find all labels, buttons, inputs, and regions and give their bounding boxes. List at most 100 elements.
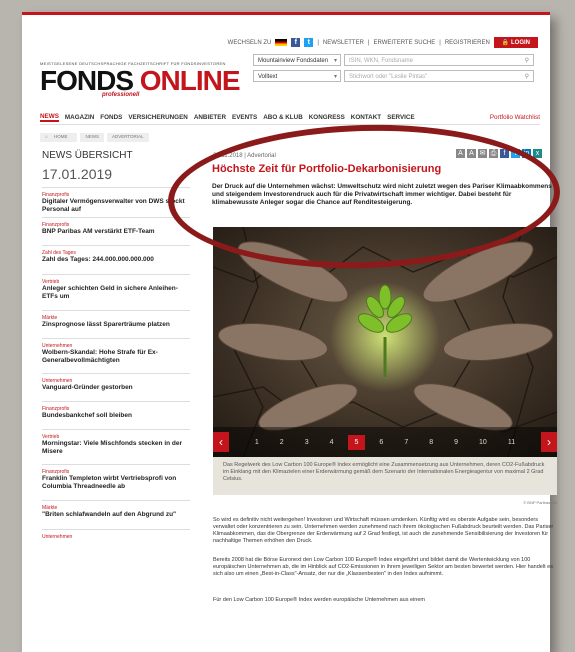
breadcrumb-news[interactable]: NEWS bbox=[80, 133, 104, 142]
image-pager: ‹ 1 2 3 4 5 6 7 8 9 10 11 › bbox=[213, 427, 557, 457]
list-item[interactable]: Unternehmen Wolbern-Skandal: Hohe Strafe… bbox=[42, 343, 190, 365]
news-title[interactable]: Franklin Templeton wirbt Vertriebsprofi … bbox=[42, 475, 190, 491]
list-item[interactable]: Unternehmen Vanguard-Gründer gestorben bbox=[42, 378, 190, 392]
divider bbox=[42, 429, 190, 430]
divider bbox=[42, 373, 190, 374]
search-icon[interactable]: ⚲ bbox=[525, 55, 529, 67]
newsletter-link[interactable]: NEWSLETTER bbox=[323, 40, 364, 46]
news-overview-date: 17.01.2019 bbox=[42, 166, 113, 182]
news-title[interactable]: Morningstar: Viele Mischfonds stecken in… bbox=[42, 440, 190, 456]
article-paragraph: Bereits 2008 hat die Börse Euronext den … bbox=[213, 557, 553, 577]
language-label[interactable]: WECHSELN ZU bbox=[228, 40, 272, 46]
nav-item-kongress[interactable]: KONGRESS bbox=[309, 114, 345, 121]
divider bbox=[42, 310, 190, 311]
breadcrumb-home-label: HOME bbox=[48, 133, 73, 140]
news-title[interactable]: Zahl des Tages: 244.000.000.000.000 bbox=[42, 256, 190, 264]
news-title[interactable]: Zinsprognose lässt Sparerträume platzen bbox=[42, 321, 190, 329]
utility-bar: WECHSELN ZU f t | NEWSLETTER | ERWEITERT… bbox=[228, 37, 538, 48]
divider bbox=[42, 274, 190, 275]
list-item[interactable]: Zahl des Tages Zahl des Tages: 244.000.0… bbox=[42, 250, 190, 264]
prev-slide-button[interactable]: ‹ bbox=[213, 432, 229, 452]
pager-page-active[interactable]: 5 bbox=[347, 434, 366, 450]
article-paragraph: Für den Low Carbon 100 Europe® Index wer… bbox=[213, 597, 425, 603]
divider bbox=[42, 464, 190, 465]
pager-page[interactable]: 7 bbox=[404, 439, 408, 446]
divider bbox=[42, 338, 190, 339]
nav-item-events[interactable]: EVENTS bbox=[232, 114, 257, 121]
news-title[interactable]: Vanguard-Gründer gestorben bbox=[42, 384, 190, 392]
top-accent-bar bbox=[22, 12, 550, 15]
pager-page[interactable]: 11 bbox=[508, 439, 515, 446]
pager-page[interactable]: 2 bbox=[280, 439, 284, 446]
list-item[interactable]: Vertrieb Anleger schichten Geld in siche… bbox=[42, 279, 190, 301]
chevron-down-icon: ▾ bbox=[333, 74, 337, 80]
twitter-icon[interactable]: t bbox=[304, 38, 314, 47]
list-item[interactable]: Finanzprofis Franklin Templeton wirbt Ve… bbox=[42, 469, 190, 491]
pager-page[interactable]: 8 bbox=[429, 439, 433, 446]
isin-search-input[interactable]: ISIN, WKN, Fondsname ⚲ bbox=[344, 54, 534, 66]
login-button[interactable]: 🔒 LOGIN bbox=[493, 37, 538, 48]
article-paragraph: So wird es definitiv nicht weitergehen! … bbox=[213, 517, 554, 544]
next-slide-button[interactable]: › bbox=[540, 432, 557, 452]
nav-item-magazin[interactable]: MAGAZIN bbox=[65, 114, 94, 121]
main-nav: NEWS MAGAZIN FONDS VERSICHERUNGEN ANBIET… bbox=[40, 110, 540, 125]
news-category: Unternehmen bbox=[42, 534, 73, 540]
register-link[interactable]: REGISTRIEREN bbox=[445, 40, 490, 46]
pager-page[interactable]: 10 bbox=[479, 439, 487, 446]
divider bbox=[42, 217, 190, 218]
breadcrumb-home[interactable]: ⌂ HOME bbox=[40, 133, 78, 142]
nav-item-versicherungen[interactable]: VERSICHERUNGEN bbox=[128, 114, 187, 121]
nav-item-fonds[interactable]: FONDS bbox=[100, 114, 122, 121]
divider bbox=[42, 187, 190, 188]
pager-numbers: 1 2 3 4 5 6 7 8 9 10 11 bbox=[255, 434, 515, 450]
divider bbox=[42, 401, 190, 402]
image-credit: © BNP Paribas AM bbox=[523, 500, 557, 505]
news-title[interactable]: Anleger schichten Geld in sichere Anleih… bbox=[42, 285, 190, 301]
login-label: LOGIN bbox=[511, 40, 530, 46]
fund-data-select[interactable]: Mountainview Fondsdaten ▾ bbox=[253, 54, 341, 66]
divider bbox=[42, 245, 190, 246]
breadcrumb-advertorial[interactable]: ADVERTORIAL bbox=[106, 133, 149, 142]
news-title[interactable]: BNP Paribas AM verstärkt ETF-Team bbox=[42, 228, 190, 236]
nav-item-kontakt[interactable]: KONTAKT bbox=[351, 114, 381, 121]
list-item[interactable]: Finanzprofis BNP Paribas AM verstärkt ET… bbox=[42, 222, 190, 236]
logo-part-online: ONLINE bbox=[139, 65, 241, 96]
keyword-placeholder: Stichwort oder "Leslie Pintas" bbox=[349, 74, 428, 80]
nav-item-anbieter[interactable]: ANBIETER bbox=[194, 114, 226, 121]
isin-placeholder: ISIN, WKN, Fondsname bbox=[349, 58, 414, 64]
news-title[interactable]: Wolbern-Skandal: Hohe Strafe für Ex-Gene… bbox=[42, 349, 190, 365]
pager-page[interactable]: 4 bbox=[330, 439, 334, 446]
site-logo[interactable]: FONDS ONLINE bbox=[40, 65, 241, 96]
list-item[interactable]: Märkte "Briten schlafwandeln auf den Abg… bbox=[42, 505, 190, 519]
page-sheet: WECHSELN ZU f t | NEWSLETTER | ERWEITERT… bbox=[22, 12, 557, 652]
fund-data-select-value: Mountainview Fondsdaten bbox=[258, 58, 329, 64]
nav-item-news[interactable]: NEWS bbox=[40, 113, 59, 122]
scope-select[interactable]: Volltext ▾ bbox=[253, 70, 341, 82]
search-icon[interactable]: ⚲ bbox=[525, 71, 529, 83]
divider bbox=[42, 529, 190, 530]
nav-item-abo-klub[interactable]: ABO & KLUB bbox=[263, 114, 303, 121]
chevron-down-icon: ▾ bbox=[333, 58, 337, 64]
portfolio-watchlist-link[interactable]: Portfolio Watchlist bbox=[490, 114, 540, 121]
extended-search-link[interactable]: ERWEITERTE SUCHE bbox=[373, 40, 435, 46]
pager-page[interactable]: 1 bbox=[255, 439, 259, 446]
pager-page[interactable]: 6 bbox=[379, 439, 383, 446]
list-item[interactable]: Märkte Zinsprognose lässt Sparerträume p… bbox=[42, 315, 190, 329]
german-flag-icon[interactable] bbox=[275, 39, 288, 46]
news-title[interactable]: Bundesbankchef soll bleiben bbox=[42, 412, 190, 420]
list-item[interactable]: Finanzprofis Bundesbankchef soll bleiben bbox=[42, 406, 190, 420]
pager-page[interactable]: 3 bbox=[305, 439, 309, 446]
nav-item-service[interactable]: SERVICE bbox=[387, 114, 415, 121]
image-caption: Das Regelwerk des Low Carbon 100 Europe®… bbox=[213, 457, 557, 495]
facebook-icon[interactable]: f bbox=[291, 38, 301, 47]
list-item[interactable]: Unternehmen bbox=[42, 534, 190, 540]
keyword-search-input[interactable]: Stichwort oder "Leslie Pintas" ⚲ bbox=[344, 70, 534, 82]
logo-subtitle: professionell bbox=[102, 92, 140, 98]
news-title[interactable]: "Briten schlafwandeln auf den Abgrund zu… bbox=[42, 511, 190, 519]
divider bbox=[42, 500, 190, 501]
pager-page[interactable]: 9 bbox=[454, 439, 458, 446]
breadcrumb: ⌂ HOME NEWS ADVERTORIAL bbox=[40, 133, 149, 142]
scope-select-value: Volltext bbox=[258, 74, 278, 80]
news-overview-heading: NEWS ÜBERSICHT bbox=[42, 150, 133, 161]
list-item[interactable]: Vertrieb Morningstar: Viele Mischfonds s… bbox=[42, 434, 190, 456]
